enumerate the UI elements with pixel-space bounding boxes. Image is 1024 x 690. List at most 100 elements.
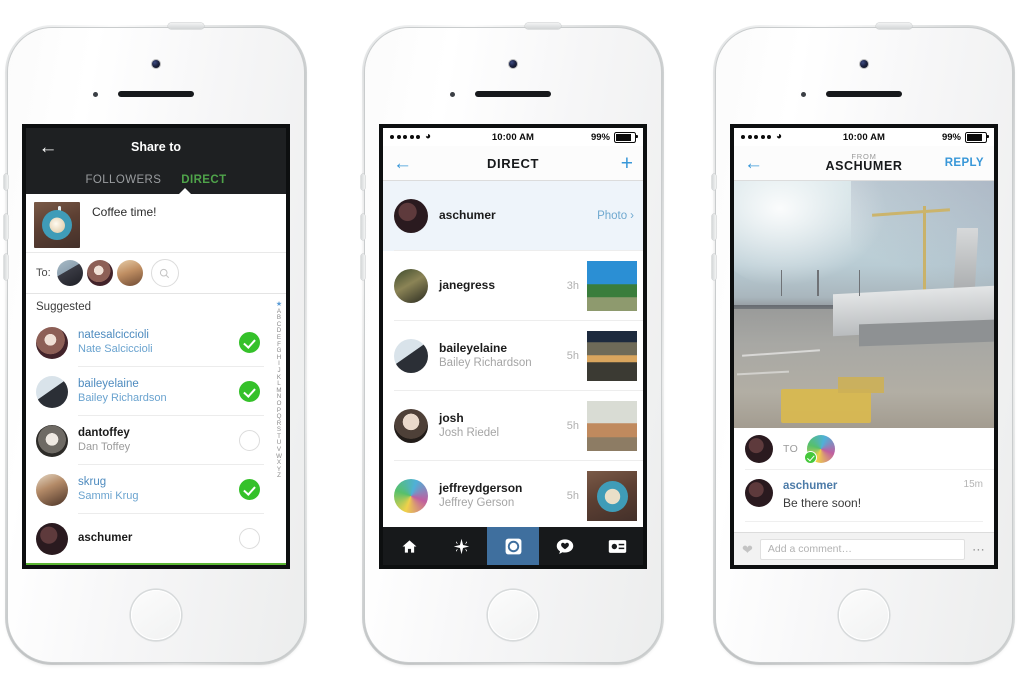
fullname: Sammi Krug: [78, 489, 139, 502]
avatar: [394, 199, 428, 233]
tab-bar: [383, 527, 643, 565]
jet-bridge-lower: [858, 319, 994, 347]
table-row[interactable]: josh Josh Riedel 5h: [383, 391, 643, 461]
recipient-avatar[interactable]: [804, 435, 836, 464]
recipients-row[interactable]: To:: [26, 252, 286, 294]
volume-up-button-2[interactable]: [361, 214, 365, 240]
reply-button[interactable]: REPLY: [945, 157, 984, 169]
username: natesalciccioli: [78, 329, 149, 342]
timestamp: 5h: [566, 350, 579, 362]
tab-profile[interactable]: [591, 527, 643, 565]
plus-icon[interactable]: +: [621, 153, 633, 174]
recipient-avatar-3[interactable]: [116, 260, 143, 286]
power-button-2[interactable]: [525, 23, 561, 29]
search-icon[interactable]: [150, 259, 179, 287]
status-badge: Photo ›: [597, 210, 634, 222]
volume-down-button-3[interactable]: [712, 254, 716, 280]
profile-icon: [608, 539, 626, 553]
list-item[interactable]: skrug Sammi Krug: [26, 465, 286, 514]
earpiece-speaker-2: [475, 91, 551, 97]
tab-home[interactable]: [383, 527, 435, 565]
message-photo[interactable]: [734, 181, 994, 428]
avatar: [394, 479, 428, 513]
thread-thumbnail[interactable]: [587, 401, 637, 451]
fullname: Jeffrey Gerson: [439, 497, 515, 510]
tab-direct[interactable]: DIRECT: [181, 174, 226, 186]
front-camera-3: [860, 60, 868, 68]
tab-activity[interactable]: [539, 527, 591, 565]
alpha-index-letter[interactable]: Z: [277, 473, 281, 480]
status-bar: ◕ 10:00 AM 99%: [734, 128, 994, 146]
timestamp: 5h: [566, 420, 579, 432]
proximity-sensor-2: [450, 92, 455, 97]
select-checkbox[interactable]: [239, 332, 260, 353]
select-checkbox[interactable]: [239, 381, 260, 402]
list-item[interactable]: dantoffey Dan Toffey: [26, 416, 286, 465]
select-checkbox[interactable]: [239, 528, 260, 549]
ring-switch-2[interactable]: [361, 174, 365, 190]
heart-icon[interactable]: ❤: [742, 543, 753, 556]
home-button-3[interactable]: [839, 590, 889, 640]
comment-bar: ❤ Add a comment… ⋯: [734, 532, 994, 565]
earpiece-speaker-1: [118, 91, 194, 97]
send-button[interactable]: SEND TO 3 →: [26, 563, 286, 565]
recipient-avatar-2[interactable]: [86, 260, 113, 286]
thread-thumbnail[interactable]: [587, 261, 637, 311]
alphabet-index[interactable]: ★ A B C D E F G H I J K L M N O P Q R S …: [274, 301, 284, 563]
proximity-sensor-1: [93, 92, 98, 97]
select-checkbox[interactable]: [239, 430, 260, 451]
volume-down-button-2[interactable]: [361, 254, 365, 280]
home-button-2[interactable]: [488, 590, 538, 640]
direct-navbar: ← DIRECT +: [383, 146, 643, 181]
more-dots-icon[interactable]: ⋯: [972, 543, 986, 556]
page-title: Share to: [130, 140, 181, 154]
tab-followers[interactable]: FOLLOWERS: [85, 174, 161, 186]
ground-cart: [838, 377, 884, 394]
username: josh: [439, 410, 464, 425]
table-row[interactable]: jeffreydgerson Jeffrey Gerson 5h: [383, 461, 643, 531]
suggested-list: natesalciccioli Nate Salciccioli baileye…: [26, 301, 286, 563]
list-item-text: natesalciccioli Nate Salciccioli: [78, 328, 153, 356]
table-row[interactable]: baileyelaine Bailey Richardson 5h: [383, 321, 643, 391]
volume-up-button-3[interactable]: [712, 214, 716, 240]
select-checkbox[interactable]: [239, 479, 260, 500]
recipient-avatar-1[interactable]: [56, 260, 83, 286]
avatar: [394, 339, 428, 373]
home-icon: [402, 539, 416, 553]
tab-explore[interactable]: [435, 527, 487, 565]
list-item-text: aschumer: [78, 531, 132, 545]
power-button-3[interactable]: [876, 23, 912, 29]
activity-icon: [556, 538, 574, 554]
sender-avatar: [745, 435, 773, 463]
thread-thumbnail[interactable]: [587, 471, 637, 521]
avatar: [745, 479, 773, 507]
table-row[interactable]: aschumer Photo ›: [383, 181, 643, 251]
username: baileyelaine: [78, 378, 139, 391]
avatar: [36, 424, 68, 457]
earpiece-speaker-3: [826, 91, 902, 97]
avatar: [394, 269, 428, 303]
caption-row: Coffee time!: [26, 194, 286, 252]
volume-up-button-1[interactable]: [4, 214, 8, 240]
share-to-titlebar: ← Share to: [26, 128, 286, 166]
ring-switch-3[interactable]: [712, 174, 716, 190]
list-item[interactable]: baileyelaine Bailey Richardson: [26, 367, 286, 416]
power-button-1[interactable]: [168, 23, 204, 29]
tab-camera[interactable]: [487, 527, 539, 565]
photo-label: Photo: [597, 210, 628, 222]
ring-switch-1[interactable]: [4, 174, 8, 190]
comment-input[interactable]: Add a comment…: [759, 538, 965, 560]
username: skrug: [78, 476, 107, 489]
to-label: TO: [783, 443, 799, 455]
volume-down-button-1[interactable]: [4, 254, 8, 280]
list-item[interactable]: natesalciccioli Nate Salciccioli: [26, 318, 286, 367]
username[interactable]: aschumer: [783, 479, 861, 495]
screen-direct-list: ◕ 10:00 AM 99% ← DIRECT + aschumer Photo: [383, 128, 643, 565]
username: dantoffey: [78, 427, 130, 440]
fullname: Bailey Richardson: [439, 357, 532, 370]
table-row[interactable]: janegress 3h: [383, 251, 643, 321]
list-item-text: dantoffey Dan Toffey: [78, 426, 130, 454]
list-item[interactable]: aschumer: [26, 514, 286, 563]
home-button-1[interactable]: [131, 590, 181, 640]
thread-thumbnail[interactable]: [587, 331, 637, 381]
